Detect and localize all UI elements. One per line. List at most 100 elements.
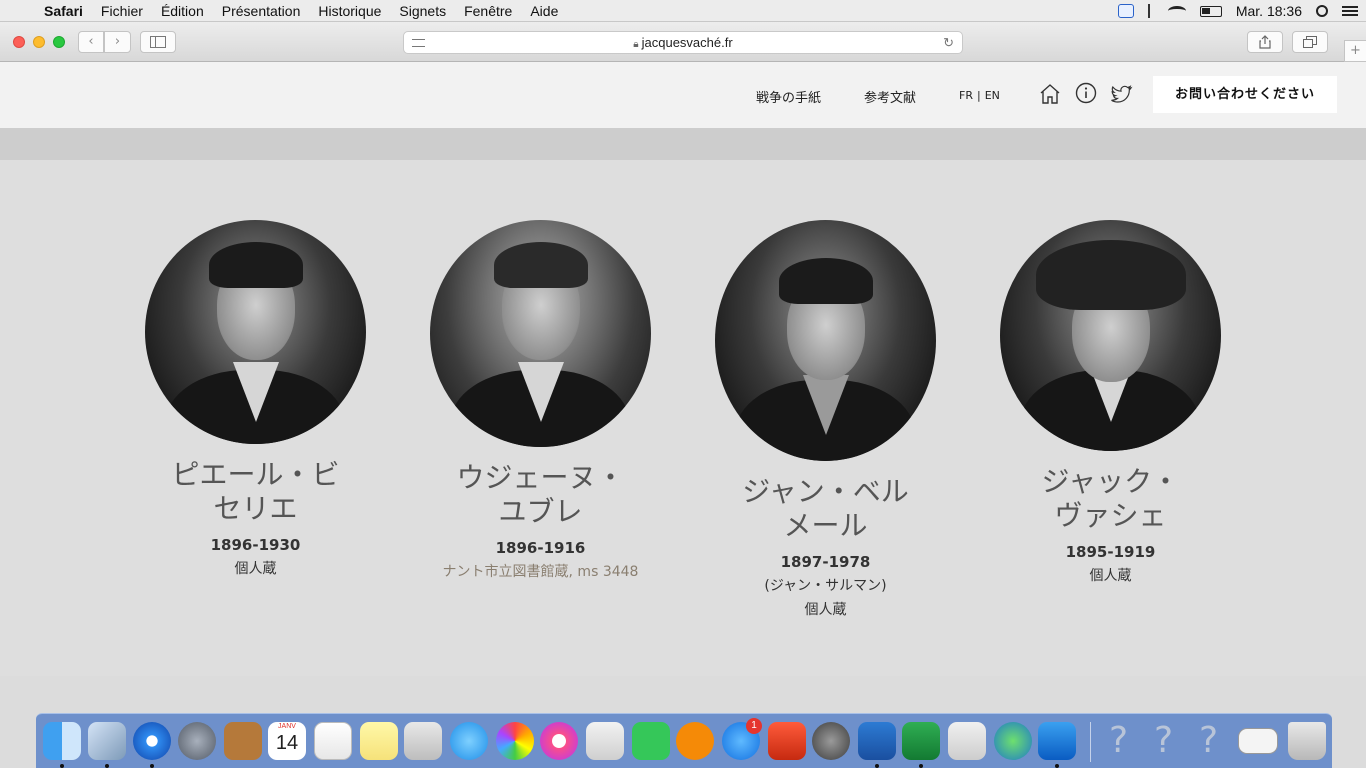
mail-icon[interactable] — [88, 722, 126, 760]
new-tab-button[interactable]: + — [1344, 40, 1366, 62]
person-source: 個人蔵 — [1089, 568, 1132, 584]
dock: JANV 14 1 ? ? ? — [36, 713, 1332, 768]
menu-historique[interactable]: Historique — [318, 3, 381, 19]
calendar-icon[interactable]: JANV 14 — [268, 722, 306, 760]
preview-icon[interactable] — [404, 722, 442, 760]
portraits-section: ピエール・ビ セリエ 1896-1930 個人蔵 ウジェーヌ・ ユブレ 1896… — [0, 160, 1366, 676]
menu-signets[interactable]: Signets — [399, 3, 446, 19]
launchpad-icon[interactable] — [178, 722, 216, 760]
person-card-pierre-bisserie: ピエール・ビ セリエ 1896-1930 個人蔵 — [113, 220, 398, 578]
menu-bar: Safari Fichier Édition Présentation Hist… — [0, 0, 1366, 22]
document-stack-icon[interactable] — [1238, 728, 1278, 754]
app-store-update-badge: 1 — [746, 718, 762, 734]
reader-view-icon[interactable] — [412, 39, 425, 47]
minimize-window-button[interactable] — [33, 36, 45, 48]
lang-separator: | — [976, 89, 981, 102]
address-bar[interactable]: 🔒︎ jacquesvaché.fr ↻ — [403, 31, 963, 54]
unknown-app-icon-2[interactable]: ? — [1154, 720, 1173, 761]
person-source: 個人蔵 — [234, 561, 277, 577]
section-divider-strip — [0, 128, 1366, 160]
portrait-photo — [1000, 220, 1221, 451]
zoom-window-button[interactable] — [53, 36, 65, 48]
notification-center-icon[interactable] — [1342, 6, 1358, 16]
url-text: jacquesvaché.fr — [641, 35, 733, 50]
spotlight-search-icon[interactable] — [1316, 5, 1328, 17]
sidebar-icon — [150, 36, 166, 48]
menu-safari[interactable]: Safari — [44, 3, 83, 19]
facetime-icon[interactable] — [632, 722, 670, 760]
nav-bibliography[interactable]: 参考文献 — [864, 87, 916, 106]
portrait-photo — [715, 220, 936, 461]
site-header: 戦争の手紙 参考文献 FR | EN お問い合わせください — [0, 62, 1366, 128]
person-name: ジャン・ベル メール — [742, 475, 909, 542]
close-window-button[interactable] — [13, 36, 25, 48]
dock-separator — [1090, 722, 1091, 762]
back-button[interactable]: ‹ — [78, 31, 104, 53]
portrait-photo — [430, 220, 651, 447]
chevron-right-icon: › — [114, 34, 121, 49]
bluetooth-icon[interactable] — [1147, 4, 1154, 18]
photos-icon[interactable] — [496, 722, 534, 760]
system-preferences-icon[interactable] — [812, 722, 850, 760]
battery-icon[interactable] — [1199, 5, 1222, 17]
menu-presentation[interactable]: Présentation — [222, 3, 301, 19]
plus-icon: + — [1350, 43, 1361, 58]
person-name: ジャック・ ヴァシェ — [1041, 465, 1180, 532]
person-card-eugene-hublet: ウジェーヌ・ ユブレ 1896-1916 ナント市立図書館蔵, ms 3448 — [398, 220, 683, 581]
trash-icon[interactable] — [1288, 722, 1326, 760]
contacts-icon[interactable] — [224, 722, 262, 760]
numbers-icon[interactable] — [948, 722, 986, 760]
ibooks-icon[interactable] — [676, 722, 714, 760]
unknown-app-icon-1[interactable]: ? — [1109, 720, 1128, 761]
tabs-icon — [1303, 36, 1317, 48]
person-card-jacques-vache: ジャック・ ヴァシェ 1895-1919 個人蔵 — [968, 220, 1253, 585]
share-button[interactable] — [1247, 31, 1283, 53]
person-alias: (ジャン・サルマン) — [764, 578, 887, 594]
person-years: 1895-1919 — [1065, 543, 1156, 561]
lang-fr-link[interactable]: FR — [959, 89, 973, 102]
teamviewer-icon[interactable] — [1038, 722, 1076, 760]
person-name: ピエール・ビ セリエ — [171, 458, 340, 525]
wifi-icon[interactable] — [1167, 6, 1186, 16]
contact-button[interactable]: お問い合わせください — [1153, 76, 1337, 113]
tab-overview-button[interactable] — [1292, 31, 1328, 53]
excel-icon[interactable] — [902, 722, 940, 760]
lock-icon: 🔒︎ — [633, 39, 639, 50]
twitter-icon[interactable] — [1110, 82, 1134, 106]
lang-en-link[interactable]: EN — [985, 89, 1000, 102]
menu-aide[interactable]: Aide — [530, 3, 558, 19]
messages-icon[interactable] — [450, 722, 488, 760]
finder-icon[interactable] — [43, 722, 81, 760]
language-switcher: FR | EN — [957, 89, 1002, 102]
keynote-icon[interactable] — [586, 722, 624, 760]
home-icon[interactable] — [1038, 82, 1062, 106]
powerpoint-icon[interactable] — [768, 722, 806, 760]
person-years: 1896-1916 — [495, 539, 586, 557]
menu-edition[interactable]: Édition — [161, 3, 204, 19]
person-source: ナント市立図書館蔵, ms 3448 — [442, 564, 639, 580]
browser-toolbar: ‹ › 🔒︎ jacquesvaché.fr ↻ + — [0, 22, 1366, 62]
word-icon[interactable] — [858, 722, 896, 760]
itunes-icon[interactable] — [540, 722, 578, 760]
info-icon[interactable] — [1074, 81, 1098, 105]
person-card-jean-bellemere: ジャン・ベル メール 1897-1978 (ジャン・サルマン) 個人蔵 — [683, 220, 968, 619]
unknown-app-icon-3[interactable]: ? — [1199, 720, 1218, 761]
chevron-left-icon: ‹ — [88, 34, 94, 49]
pages-icon[interactable] — [314, 722, 352, 760]
menu-fenetre[interactable]: Fenêtre — [464, 3, 512, 19]
teamviewer-status-icon[interactable] — [1117, 4, 1134, 18]
nav-war-letters[interactable]: 戦争の手紙 — [756, 87, 821, 106]
notes-icon[interactable] — [360, 722, 398, 760]
clock[interactable]: Mar. 18:36 — [1236, 3, 1302, 19]
reload-icon[interactable]: ↻ — [943, 32, 954, 53]
safari-icon[interactable] — [133, 722, 171, 760]
person-years: 1897-1978 — [780, 553, 871, 571]
portrait-photo — [145, 220, 366, 444]
sidebar-toggle-button[interactable] — [140, 31, 176, 53]
share-icon — [1259, 35, 1271, 49]
network-utility-icon[interactable] — [994, 722, 1032, 760]
forward-button[interactable]: › — [104, 31, 131, 53]
menu-fichier[interactable]: Fichier — [101, 3, 143, 19]
person-years: 1896-1930 — [210, 536, 301, 554]
person-name: ウジェーヌ・ ユブレ — [456, 461, 625, 528]
